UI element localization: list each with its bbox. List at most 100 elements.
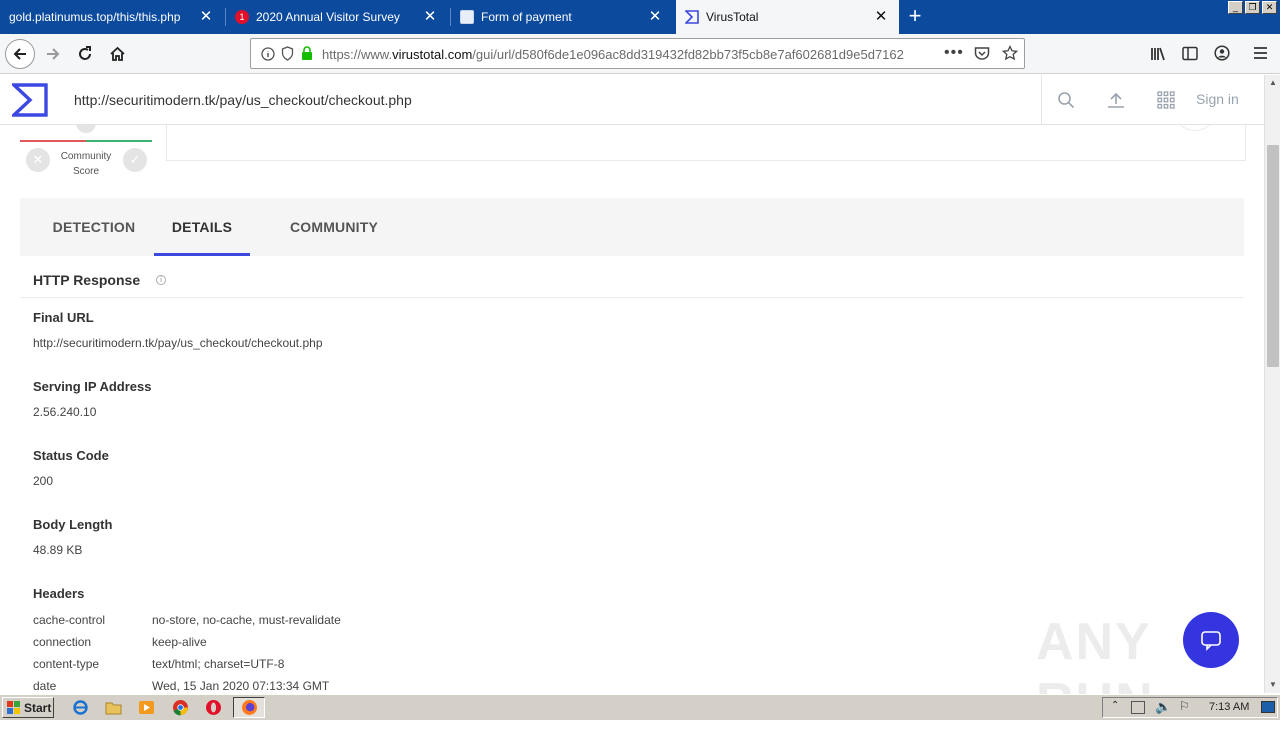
vote-harmless-icon[interactable]: ✓: [123, 148, 147, 172]
browser-tab-4[interactable]: VirusTotal ✕: [676, 0, 899, 34]
vt-header: Sign in: [0, 75, 1264, 125]
home-button[interactable]: [102, 39, 132, 69]
upload-icon: [1108, 92, 1124, 108]
address-bar[interactable]: https://www.virustotal.com/gui/url/d580f…: [250, 38, 1025, 69]
header-value: Wed, 15 Jan 2020 07:13:34 GMT: [152, 679, 330, 693]
browser-tab-title: Form of payment: [481, 10, 572, 24]
serving-ip-label: Serving IP Address: [33, 379, 152, 394]
volume-icon[interactable]: 🔈: [1155, 699, 1171, 715]
header-key: connection: [33, 635, 92, 649]
final-url-value: http://securitimodern.tk/pay/us_checkout…: [33, 336, 323, 350]
folder-icon[interactable]: [105, 699, 122, 716]
upload-button[interactable]: [1104, 88, 1128, 112]
header-value: text/html; charset=UTF-8: [152, 657, 285, 671]
tab-close-icon[interactable]: ✕: [647, 9, 663, 25]
browser-tab-3[interactable]: Form of payment ✕: [451, 0, 673, 34]
scroll-thumb[interactable]: [1267, 145, 1279, 367]
opera-icon[interactable]: [205, 699, 222, 716]
virustotal-logo-icon: [685, 10, 699, 24]
chat-button[interactable]: [1183, 612, 1239, 668]
vt-tabs: DETECTION DETAILS COMMUNITY: [20, 198, 1244, 256]
browser-tab-2[interactable]: 1 2020 Annual Visitor Survey ✕: [226, 0, 448, 34]
back-button[interactable]: [5, 39, 35, 69]
apps-grid-button[interactable]: [1154, 88, 1178, 112]
vt-search-box: [60, 75, 1042, 124]
firefox-taskbar-button[interactable]: [233, 697, 265, 718]
start-button[interactable]: Start: [2, 697, 54, 718]
community-score-widget: ✕ Community Score ✓: [20, 125, 152, 185]
tab-community[interactable]: COMMUNITY: [278, 198, 390, 256]
header-value: no-store, no-cache, must-revalidate: [152, 613, 341, 627]
home-icon: [109, 46, 125, 61]
reload-button[interactable]: [70, 39, 100, 69]
bookmark-star-icon[interactable]: [1002, 45, 1018, 61]
header-key: cache-control: [33, 613, 106, 627]
sign-in-link[interactable]: Sign in: [1196, 91, 1239, 107]
headers-label: Headers: [33, 586, 85, 601]
restore-button[interactable]: ❐: [1245, 1, 1260, 14]
pocket-icon[interactable]: [974, 46, 990, 61]
arrow-left-icon: [13, 48, 26, 60]
action-center-flag-icon[interactable]: ⚐: [1179, 699, 1190, 713]
lock-icon[interactable]: [301, 46, 313, 61]
arrow-right-icon: [47, 48, 60, 60]
account-icon[interactable]: [1214, 45, 1230, 61]
community-label-line1: Community: [60, 151, 112, 162]
internet-explorer-icon[interactable]: [72, 699, 89, 716]
virustotal-logo-icon[interactable]: [12, 83, 48, 117]
serving-ip-value[interactable]: 2.56.240.10: [33, 405, 96, 419]
header-key: date: [33, 679, 57, 693]
new-tab-button[interactable]: +: [902, 4, 928, 30]
hamburger-menu-icon[interactable]: [1253, 46, 1268, 60]
tab-close-icon[interactable]: ✕: [422, 9, 438, 25]
header-key: content-type: [33, 657, 100, 671]
forward-button[interactable]: [38, 39, 68, 69]
url-text[interactable]: https://www.virustotal.com/gui/url/d580f…: [322, 47, 907, 62]
section-title: HTTP Response: [33, 272, 141, 288]
browser-tab-title: 2020 Annual Visitor Survey: [256, 10, 400, 24]
info-icon[interactable]: i: [156, 275, 166, 285]
scroll-up-arrow-icon[interactable]: ▲: [1265, 75, 1280, 91]
vote-malicious-icon[interactable]: ✕: [26, 148, 50, 172]
system-tray: ⌃ 🔈 ⚐ 7:13 AM: [1102, 697, 1278, 718]
library-icon[interactable]: [1150, 46, 1167, 62]
score-circle: [1173, 125, 1217, 131]
vt-search-input[interactable]: [60, 75, 1041, 124]
window-close-button[interactable]: ✕: [1262, 1, 1277, 14]
search-button[interactable]: [1054, 88, 1078, 112]
chat-icon: [1201, 631, 1221, 651]
status-code-label: Status Code: [33, 448, 109, 463]
chrome-icon[interactable]: [172, 699, 189, 716]
vt-main-content: ✕ Community Score ✓ DETECTION DETAILS CO…: [0, 125, 1264, 693]
score-gauge-good: [86, 140, 152, 142]
community-label-line2: Score: [72, 166, 100, 177]
browser-navbar: https://www.virustotal.com/gui/url/d580f…: [0, 34, 1280, 74]
browser-tab-1[interactable]: gold.platinumus.top/this/this.php ✕: [0, 0, 224, 34]
url-domain: virustotal.com: [392, 47, 473, 62]
page-icon: [460, 10, 474, 24]
tracking-shield-icon[interactable]: [281, 46, 294, 61]
info-icon[interactable]: [261, 47, 275, 61]
score-gauge-marker: [76, 125, 96, 133]
clock[interactable]: 7:13 AM: [1209, 701, 1249, 713]
tab-close-icon[interactable]: ✕: [873, 9, 889, 25]
reload-icon: [79, 46, 91, 60]
page-scrollbar[interactable]: ▲ ▼: [1264, 75, 1280, 693]
sidebar-icon[interactable]: [1182, 46, 1198, 61]
tab-close-icon[interactable]: ✕: [198, 9, 214, 25]
tab-detection[interactable]: DETECTION: [40, 198, 148, 256]
body-length-label: Body Length: [33, 517, 113, 532]
media-player-icon[interactable]: [138, 699, 155, 716]
tab-details[interactable]: DETAILS: [154, 198, 250, 256]
show-desktop-icon[interactable]: [1261, 701, 1275, 713]
firefox-icon: [242, 700, 257, 715]
score-gauge-bad: [20, 140, 86, 142]
notification-badge-icon: 1: [235, 10, 249, 24]
community-score-label: Community Score: [50, 149, 122, 179]
network-icon[interactable]: [1131, 701, 1145, 714]
url-path: /gui/url/d580f6de1e096ac8dd319432fd82bb7…: [472, 47, 904, 62]
page-actions-menu-icon[interactable]: •••: [944, 44, 964, 62]
minimize-button[interactable]: _: [1228, 1, 1243, 14]
status-code-value: 200: [33, 474, 54, 488]
tray-expand-icon[interactable]: ⌃: [1111, 700, 1119, 711]
